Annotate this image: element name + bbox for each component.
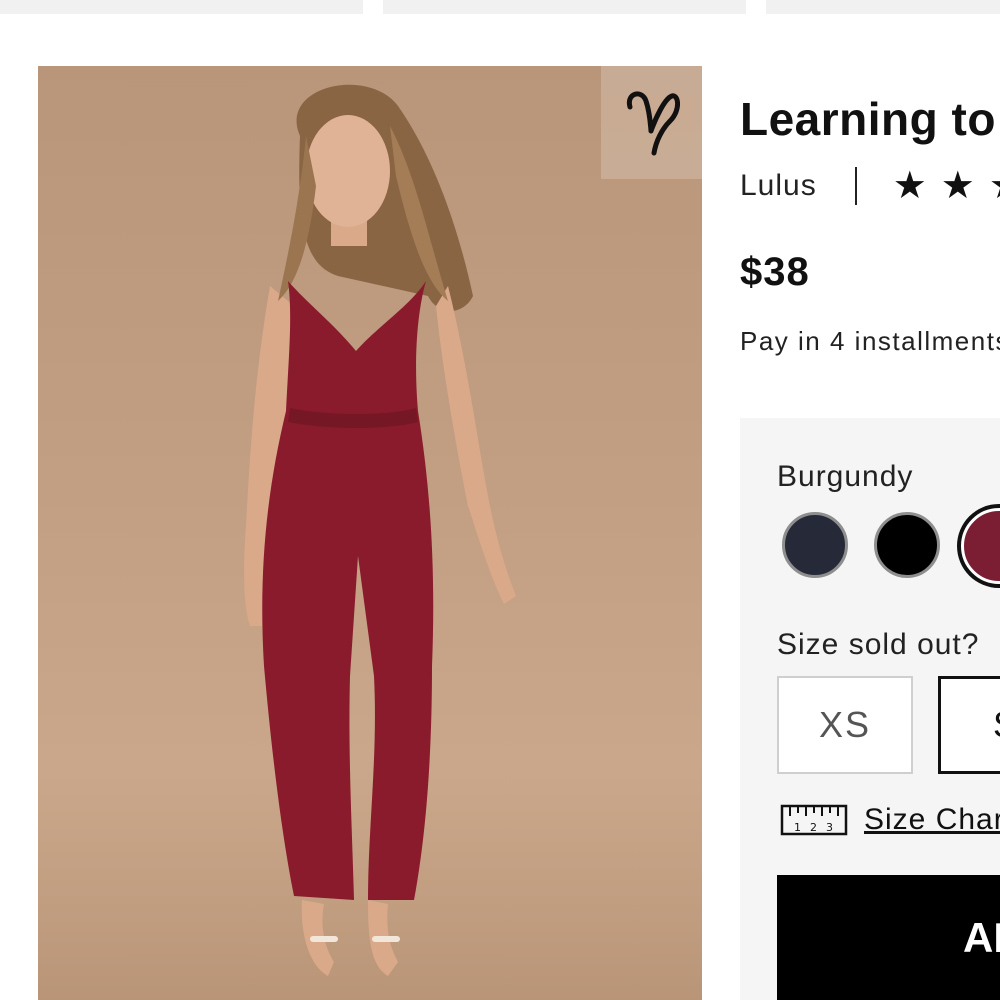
divider [854, 167, 857, 205]
size-button-xs[interactable]: XS [777, 676, 913, 774]
wishlist-button[interactable] [601, 66, 702, 179]
ruler-icon: 1 2 3 [780, 804, 848, 836]
ruler-number: 1 [794, 821, 801, 834]
size-sold-out-link[interactable]: Size sold out? [777, 628, 979, 662]
product-price: $38 [740, 250, 810, 294]
color-swatch-navy[interactable] [782, 512, 848, 578]
product-image[interactable] [38, 66, 702, 1000]
star-icon: ★ [989, 167, 1000, 205]
rating-stars[interactable]: ★ ★ ★ ★ ★ [893, 167, 1000, 205]
size-button-s[interactable]: S [938, 676, 1000, 774]
carousel-thumb-bar[interactable] [383, 0, 746, 14]
installments-text[interactable]: Pay in 4 installments [740, 326, 1000, 357]
product-page: Learning to Love You Burgundy Wrap Jumps… [0, 0, 1000, 1000]
carousel-thumb-bar[interactable] [766, 0, 1000, 14]
star-icon: ★ [940, 165, 975, 207]
model-photo [38, 84, 702, 1000]
ruler-number: 2 [810, 821, 817, 834]
product-title: Learning to Love You Burgundy Wrap Jumps… [740, 93, 1000, 145]
size-chart-link[interactable]: 1 2 3 Size Chart [780, 803, 1000, 837]
heart-icon [626, 90, 680, 155]
size-chart-label: Size Chart [864, 803, 1000, 836]
brand-rating-row: Lulus ★ ★ ★ ★ ★ [740, 166, 1000, 206]
carousel-thumb-bar[interactable] [0, 0, 363, 14]
selected-color-label: Burgundy [777, 460, 914, 493]
color-swatch-black[interactable] [874, 512, 940, 578]
star-icon: ★ [892, 165, 927, 207]
add-to-bag-button[interactable]: ADD TO BAG [777, 875, 1000, 1000]
ruler-number: 3 [826, 821, 833, 834]
brand-link[interactable]: Lulus [740, 169, 817, 203]
